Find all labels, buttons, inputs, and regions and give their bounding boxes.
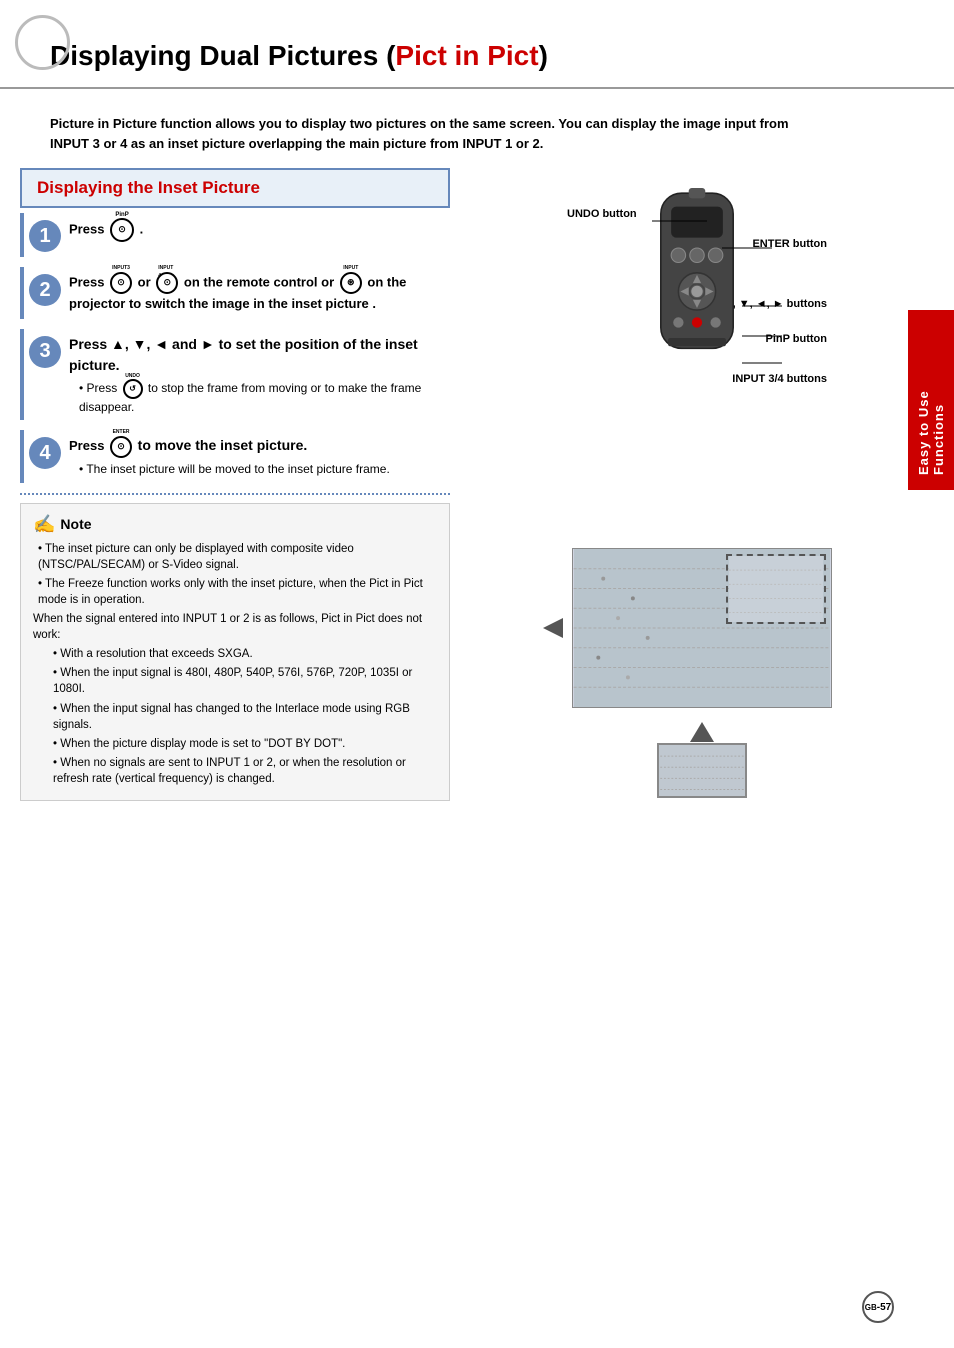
step-3-bullet: Press UNDO ↺ to stop the frame from movi…: [79, 379, 445, 416]
pinp-icon: PinP ⊙: [110, 218, 134, 242]
side-tab: Easy to Use Functions: [908, 310, 954, 490]
input4-label: INPUT 4: [158, 265, 176, 280]
note-title: ✍ Note: [33, 514, 437, 535]
undo-icon-step3: UNDO ↺: [123, 379, 143, 399]
input-proj-label: INPUT: [343, 265, 358, 273]
step-1-number: 1: [29, 220, 61, 252]
input3-icon: INPUT3 ⊙: [110, 272, 132, 294]
note-section: ✍ Note The inset picture can only be dis…: [20, 503, 450, 801]
note-para: When the signal entered into INPUT 1 or …: [33, 611, 437, 643]
enter-icon-step4: ENTER ⊙: [110, 436, 132, 458]
top-circle-decoration: [15, 15, 70, 70]
bottom-tv-frame: [657, 743, 747, 798]
title-highlight: Pict in Pict: [395, 40, 538, 71]
step-2-content: Press INPUT3 ⊙ or INPUT 4 ⊙ on the remot…: [69, 272, 445, 314]
title-plain: Displaying Dual Pictures (: [50, 40, 395, 71]
page-container: Easy to Use Functions Displaying Dual Pi…: [0, 0, 954, 1348]
pinp-diagram-container: [470, 538, 934, 798]
pinp-diagram: [572, 548, 832, 708]
note-title-text: Note: [60, 516, 91, 532]
enter-label-step4: ENTER: [113, 429, 130, 437]
step-1-content: Press PinP ⊙ .: [69, 218, 143, 242]
input-proj-icon: INPUT ⊛: [340, 272, 362, 294]
dotted-separator: [20, 493, 450, 495]
header-section: Displaying Dual Pictures (Pict in Pict): [0, 20, 954, 89]
remote-svg: [597, 188, 797, 488]
step-3-number: 3: [29, 336, 61, 368]
main-title: Displaying Dual Pictures (Pict in Pict): [50, 40, 904, 72]
input4-icon: INPUT 4 ⊙: [156, 272, 178, 294]
note-sub-2: When the input signal is 480I, 480P, 540…: [53, 665, 437, 697]
step-1: 1 Press PinP ⊙ .: [20, 213, 450, 257]
step-2: 2 Press INPUT3 ⊙ or INPUT 4 ⊙ on the rem…: [20, 267, 450, 319]
pinp-label: PinP: [115, 211, 128, 220]
page-number-text: -57: [877, 1302, 891, 1313]
page-number-circle: GB -57: [862, 1291, 894, 1323]
step-4-content: Press ENTER ⊙ to move the inset picture.…: [69, 435, 390, 477]
undo-label-step3: UNDO: [125, 373, 140, 380]
section-title: Displaying the Inset Picture: [37, 178, 260, 197]
note-sub-1: With a resolution that exceeds SXGA.: [53, 646, 437, 662]
intro-text: Picture in Picture function allows you t…: [0, 99, 860, 168]
title-close: ): [539, 40, 548, 71]
section-box: Displaying the Inset Picture: [20, 168, 450, 208]
page-number-prefix: GB: [865, 1303, 877, 1312]
note-sub-3: When the input signal has changed to the…: [53, 701, 437, 733]
note-icon: ✍: [33, 514, 55, 535]
step-4: 4 Press ENTER ⊙ to move the inset pictur…: [20, 430, 450, 482]
content-area: Displaying the Inset Picture 1 Press Pin…: [0, 168, 954, 801]
side-tab-label: Easy to Use Functions: [916, 325, 946, 475]
right-panel: UNDO button ENTER button ▲, ▼, ◄, ► butt…: [460, 168, 934, 801]
note-bullet-1: The inset picture can only be displayed …: [38, 541, 437, 573]
note-sub-5: When no signals are sent to INPUT 1 or 2…: [53, 755, 437, 787]
step-4-number: 4: [29, 437, 61, 469]
remote-illustration: UNDO button ENTER button ▲, ▼, ◄, ► butt…: [567, 178, 827, 498]
step-4-bullet: The inset picture will be moved to the i…: [79, 461, 390, 478]
arrow-up: [690, 722, 714, 742]
inset-box: [726, 554, 826, 624]
arrow-left: [543, 618, 563, 638]
left-panel: Displaying the Inset Picture 1 Press Pin…: [20, 168, 450, 801]
bottom-tv-svg: [659, 745, 745, 796]
step-3: 3 Press ▲, ▼, ◄ and ► to set the positio…: [20, 329, 450, 421]
step-2-number: 2: [29, 274, 61, 306]
step-3-content: Press ▲, ▼, ◄ and ► to set the position …: [69, 334, 445, 416]
input3-label: INPUT3: [112, 265, 130, 273]
note-bullet-2: The Freeze function works only with the …: [38, 576, 437, 608]
page-number-area: GB -57: [862, 1291, 894, 1323]
inset-picture-svg: [728, 556, 824, 622]
note-sub-4: When the picture display mode is set to …: [53, 736, 437, 752]
